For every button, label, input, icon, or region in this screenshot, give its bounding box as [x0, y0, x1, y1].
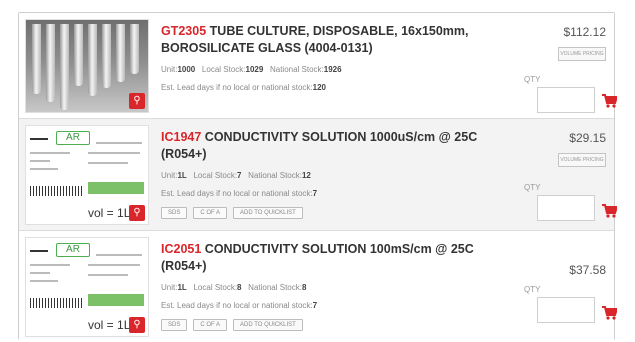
zoom-icon[interactable]: ⚲ — [129, 205, 145, 221]
product-title[interactable]: IC1947 CONDUCTIVITY SOLUTION 1000uS/cm @… — [161, 129, 521, 163]
brand-logo: AR — [56, 131, 90, 145]
product-row-gt2305: ⚲ GT2305 TUBE CULTURE, DISPOSABLE, 16x15… — [19, 13, 617, 119]
unit-value: 1L — [177, 171, 187, 180]
lead-days-value: 7 — [312, 189, 318, 198]
add-to-cart-icon[interactable] — [601, 93, 617, 109]
qty-input[interactable] — [537, 297, 595, 323]
lead-days-value: 120 — [312, 83, 326, 92]
qty-label: QTY — [524, 75, 541, 84]
lead-time: Est. Lead days if no local or national s… — [161, 301, 318, 310]
volume-text: vol = 1L — [88, 318, 131, 332]
product-name[interactable]: TUBE CULTURE, DISPOSABLE, 16x150mm, BORO… — [161, 24, 469, 55]
local-stock-value: 8 — [237, 283, 242, 292]
sds-button[interactable]: SDS — [161, 207, 188, 219]
unit-value: 1000 — [177, 65, 196, 74]
product-name[interactable]: CONDUCTIVITY SOLUTION 1000uS/cm @ 25C (R… — [161, 130, 477, 161]
volume-text: vol = 1L — [88, 206, 131, 220]
national-stock-value: 1926 — [323, 65, 342, 74]
lead-days-value: 7 — [312, 301, 318, 310]
stock-info: Unit:1L Local Stock:7 National Stock:12 — [161, 171, 311, 180]
price: $37.58 — [569, 263, 606, 277]
unit-value: 1L — [177, 283, 187, 292]
product-list: ⚲ GT2305 TUBE CULTURE, DISPOSABLE, 16x15… — [18, 12, 617, 341]
lead-time: Est. Lead days if no local or national s… — [161, 189, 318, 198]
zoom-icon[interactable]: ⚲ — [129, 93, 145, 109]
local-stock-value: 1029 — [245, 65, 264, 74]
product-sku[interactable]: IC1947 — [161, 130, 201, 144]
brand-logo: AR — [56, 243, 90, 257]
volume-pricing-button[interactable]: VOLUME PRICING — [558, 153, 606, 167]
add-to-cart-icon[interactable] — [601, 305, 617, 321]
product-sku[interactable]: IC2051 — [161, 242, 201, 256]
local-stock-value: 7 — [237, 171, 242, 180]
coa-button[interactable]: C OF A — [193, 207, 228, 219]
national-stock-value: 12 — [301, 171, 311, 180]
qty-label: QTY — [524, 183, 541, 192]
product-name[interactable]: CONDUCTIVITY SOLUTION 100mS/cm @ 25C (R0… — [161, 242, 474, 273]
qty-input[interactable] — [537, 87, 595, 113]
add-to-quicklist-button[interactable]: ADD TO QUICKLIST — [233, 319, 303, 331]
product-actions: SDS C OF A ADD TO QUICKLIST — [161, 207, 303, 219]
product-image[interactable]: AR vol = 1L ⚲ — [25, 237, 149, 337]
price: $112.12 — [563, 25, 607, 39]
coa-button[interactable]: C OF A — [193, 319, 228, 331]
qty-label: QTY — [524, 285, 541, 294]
lead-time: Est. Lead days if no local or national s… — [161, 83, 326, 92]
sds-button[interactable]: SDS — [161, 319, 188, 331]
stock-info: Unit:1L Local Stock:8 National Stock:8 — [161, 283, 307, 292]
zoom-icon[interactable]: ⚲ — [129, 317, 145, 333]
product-image[interactable]: ⚲ — [25, 19, 149, 113]
national-stock-value: 8 — [301, 283, 307, 292]
product-title[interactable]: IC2051 CONDUCTIVITY SOLUTION 100mS/cm @ … — [161, 241, 521, 275]
add-to-quicklist-button[interactable]: ADD TO QUICKLIST — [233, 207, 303, 219]
product-image[interactable]: AR vol = 1L ⚲ — [25, 125, 149, 225]
product-sku[interactable]: GT2305 — [161, 24, 206, 38]
product-actions: SDS C OF A ADD TO QUICKLIST — [161, 319, 303, 331]
product-row-ic1947: AR vol = 1L ⚲ IC1947 CONDUCTIVITY SOLUTI… — [19, 119, 617, 231]
volume-pricing-button[interactable]: VOLUME PRICING — [558, 47, 606, 61]
product-title[interactable]: GT2305 TUBE CULTURE, DISPOSABLE, 16x150m… — [161, 23, 521, 57]
stock-info: Unit:1000 Local Stock:1029 National Stoc… — [161, 65, 342, 74]
price: $29.15 — [569, 131, 606, 145]
product-row-ic2051: AR vol = 1L ⚲ IC2051 CONDUCTIVITY SOLUTI… — [19, 231, 617, 341]
qty-input[interactable] — [537, 195, 595, 221]
add-to-cart-icon[interactable] — [601, 203, 617, 219]
